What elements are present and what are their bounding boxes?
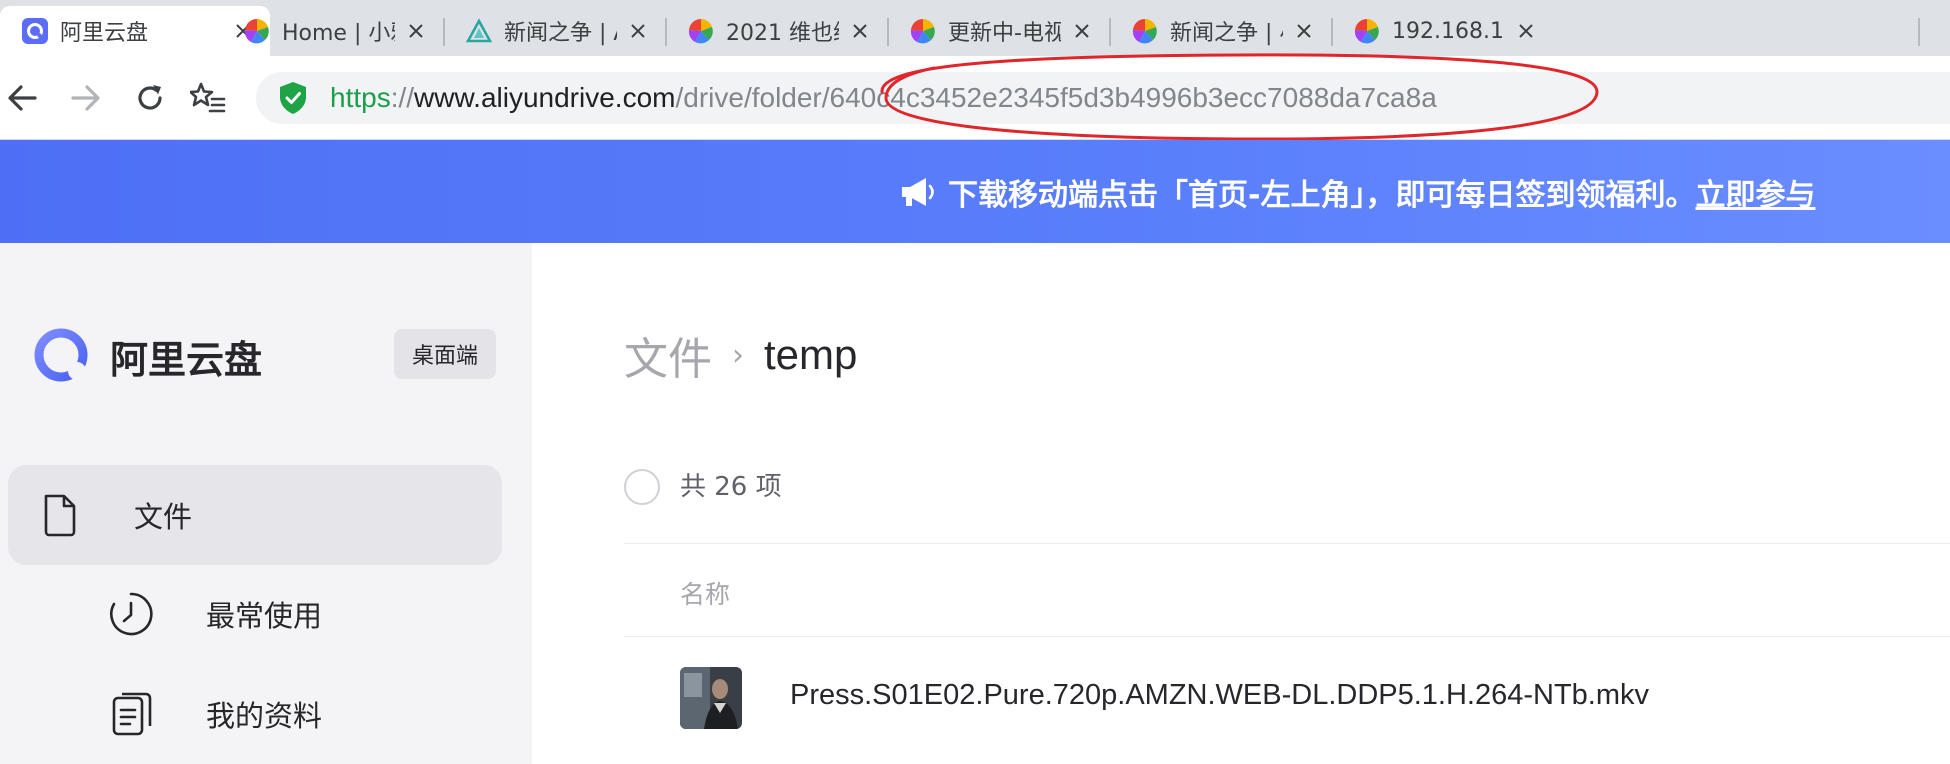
tab-news-xiaoya[interactable]: 新闻之争 | 小雅 [1110,6,1331,56]
tab-local-ip[interactable]: 192.168.1.8:5 [1332,6,1553,56]
address-bar[interactable]: https://www.aliyundrive.com/drive/folder… [256,72,1950,124]
banner-join-link[interactable]: 立即参与 [1695,170,1815,214]
tab-title: 更新中-电视剧 [948,21,1061,46]
back-button[interactable] [0,76,44,120]
aliyun-drive-logo [34,328,88,382]
sidebar-item-frequent[interactable]: 最常使用 [8,569,502,659]
browser-toolbar: https://www.aliyundrive.com/drive/folder… [0,56,1950,140]
sidebar-item-my-docs[interactable]: 我的资料 [8,669,502,759]
sidebar-item-files[interactable]: 文件 [8,465,502,565]
tab-news-alist[interactable]: 新闻之争 | ALI [444,6,665,56]
secure-shield-icon [280,82,306,114]
tab-title: 阿里云盘 [60,21,149,46]
breadcrumb-root[interactable]: 文件 [624,323,712,387]
reload-icon [138,85,162,110]
arrow-left-icon [8,85,37,111]
megaphone-icon [902,178,934,206]
desktop-app-button[interactable]: 桌面端 [394,329,496,379]
reload-button[interactable] [128,76,172,120]
tab-title: 新闻之争 | 小雅 [1170,21,1283,46]
banner-text: 下载移动端点击「首页-左上角」，即可每日签到领福利。 [948,178,1696,213]
colorful-pinwheel-icon [244,18,269,44]
aliyun-drive-icon [22,18,48,44]
colorful-pinwheel-icon [910,18,935,44]
sidebar-item-label: 文件 [134,500,193,534]
close-tab-icon[interactable] [403,18,429,44]
divider [624,636,1950,637]
file-name: Press.S01E02.Pure.720p.AMZN.WEB-DL.DDP5.… [790,679,1650,711]
breadcrumb-current: temp [764,331,858,378]
close-tab-icon[interactable] [1291,18,1317,44]
close-tab-icon[interactable] [625,18,651,44]
sidebar-item-label: 我的资料 [206,699,323,733]
clock-icon [110,592,153,636]
close-tab-icon[interactable] [1069,18,1095,44]
tab-title: 192.168.1.8:5 [1392,18,1505,44]
tab-home-xiaoya[interactable]: Home | 小雅的 [222,6,443,56]
arrow-right-icon [71,85,100,111]
tab-title: 新闻之争 | ALI [504,21,617,46]
tab-tv-updating[interactable]: 更新中-电视剧 [888,6,1109,56]
file-row[interactable]: Press.S01E02.Pure.720p.AMZN.WEB-DL.DDP5.… [624,643,1950,763]
star-list-icon [190,82,226,113]
video-thumbnail [680,667,742,729]
url-separator: :// [390,82,415,113]
colorful-pinwheel-icon [1132,18,1157,44]
close-tab-icon[interactable] [1513,18,1539,44]
promo-banner: 下载移动端点击「首页-左上角」，即可每日签到领福利。 立即参与 [0,140,1950,243]
tab-title: 2021 维也纳 [726,21,839,46]
banner-content: 下载移动端点击「首页-左上角」，即可每日签到领福利。 立即参与 [898,170,1815,214]
item-count: 共 26 项 [680,472,782,502]
colorful-pinwheel-icon [1354,18,1379,44]
column-header-name[interactable]: 名称 [680,575,730,611]
select-all-checkbox[interactable] [624,469,660,505]
url-scheme: https [330,82,391,113]
brand-name: 阿里云盘 [110,338,263,382]
browser-tab-strip: 阿里云盘 Home | 小雅的 新闻之争 | ALI [0,0,1950,56]
breadcrumb-separator: › [732,337,744,373]
breadcrumb: 文件 › temp [624,323,857,387]
sidebar-item-label: 最常使用 [206,599,323,633]
tab-title: Home | 小雅的 [282,21,395,46]
colorful-pinwheel-icon [688,18,713,44]
bookmarks-button[interactable] [186,76,230,120]
documents-icon [112,692,152,736]
file-icon [44,494,76,537]
tab-2021-vienna[interactable]: 2021 维也纳 [666,6,887,56]
tab-separator [1918,18,1920,46]
main-content: 文件 › temp 共 26 项 名称 Press.S01E02.Pure.72… [532,243,1950,764]
forward-button[interactable] [64,76,108,120]
divider [624,543,1950,544]
url-path: /drive/folder/640c4c3452e2345f5d3b4996b3… [675,82,1437,113]
url-host: www.aliyundrive.com [414,82,676,113]
sidebar: 阿里云盘 桌面端 文件 最常使用 我的资料 [0,243,532,764]
close-tab-icon[interactable] [847,18,873,44]
alist-icon [466,18,492,43]
